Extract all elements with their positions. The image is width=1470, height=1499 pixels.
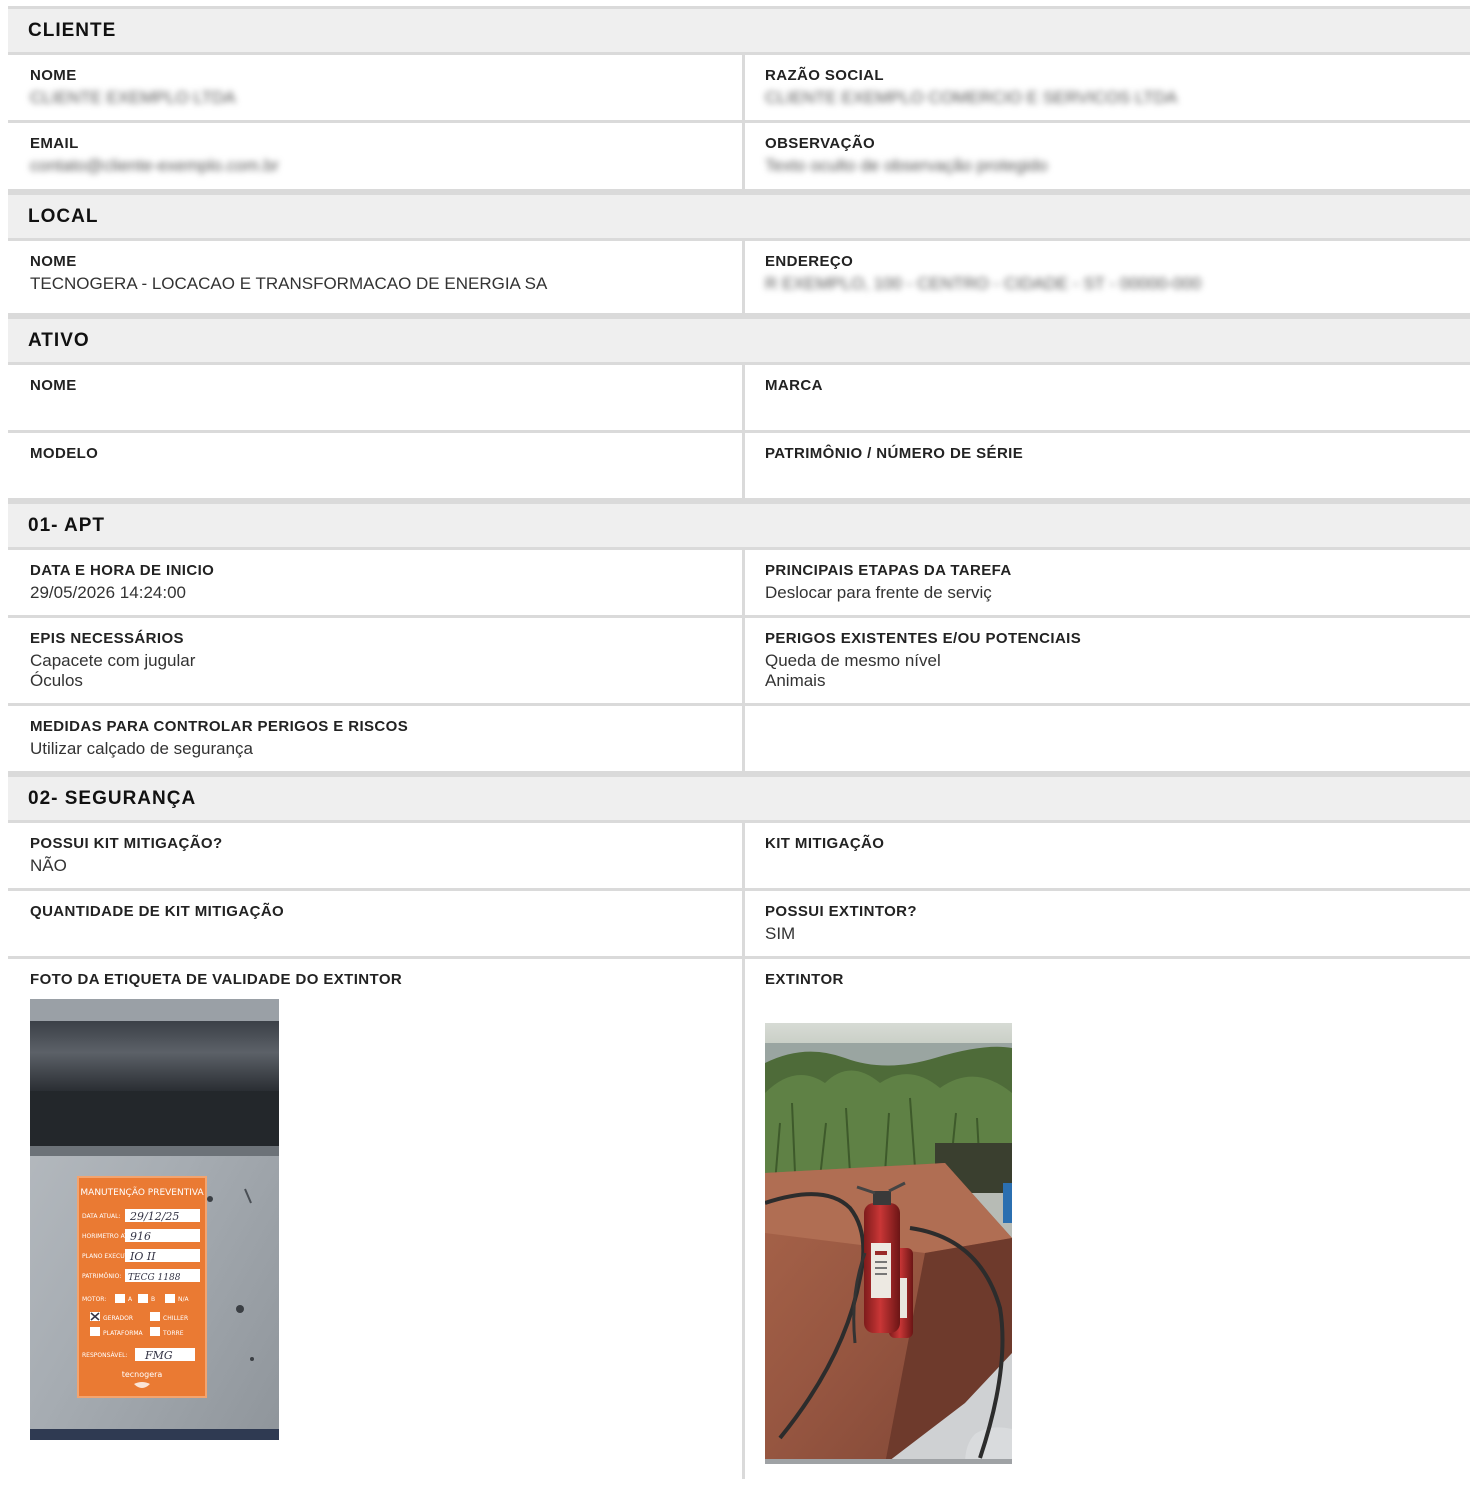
local-endereco-cell: ENDEREÇO R EXEMPLO, 100 - CENTRO - CIDAD… [745,241,1470,313]
tag-motor-label: MOTOR: [82,1296,106,1303]
cliente-obs-label: OBSERVAÇÃO [765,135,876,152]
ativo-modelo-cell: MODELO [8,433,745,498]
seg-qtd-kit-label: QUANTIDADE DE KIT MITIGAÇÃO [30,903,285,920]
report: CLIENTE NOME CLIENTE EXEMPLO LTDA RAZÃO … [8,6,1470,1479]
cliente-email-value: contato@cliente-exemplo.com.br [30,156,279,175]
apt-etapas-value: Deslocar para frente de serviç [765,583,992,602]
section-apt-header: 01- APT [8,501,1470,550]
ativo-marca-cell: MARCA [745,365,1470,430]
seguranca-row-1: POSSUI KIT MITIGAÇÃO? NÃO KIT MITIGAÇÃO [8,823,1470,891]
tag-data-value: 29/12/25 [129,1210,179,1223]
seg-extintor-label: EXTINTOR [765,971,844,988]
apt-row-1: DATA E HORA DE INICIO 29/05/2026 14:24:0… [8,550,1470,618]
apt-epis-label: EPIS NECESSÁRIOS [30,630,184,647]
seg-possui-extintor-cell: POSSUI EXTINTOR? SIM [745,891,1470,956]
tag-header: MANUTENÇÃO PREVENTIVA [80,1187,204,1198]
seg-possui-extintor-value: SIM [765,924,796,943]
apt-inicio-cell: DATA E HORA DE INICIO 29/05/2026 14:24:0… [8,550,745,615]
extinguisher-photo[interactable] [765,1023,1012,1464]
seg-extintor-cell: EXTINTOR [745,959,1470,1479]
seguranca-row-2: QUANTIDADE DE KIT MITIGAÇÃO POSSUI EXTIN… [8,891,1470,959]
tag-opt-gerador: GERADOR [103,1315,133,1322]
cliente-email-cell: EMAIL contato@cliente-exemplo.com.br [8,123,745,189]
ativo-nome-label: NOME [30,377,77,394]
seg-foto-etiqueta-label: FOTO DA ETIQUETA DE VALIDADE DO EXTINTOR [30,971,403,988]
local-endereco-value: R EXEMPLO, 100 - CENTRO - CIDADE - ST - … [765,274,1202,293]
tag-patrimonio-value: TECG 1188 [128,1273,181,1283]
apt-epis-value: Capacete com jugular Óculos [30,651,196,690]
cliente-nome-value: CLIENTE EXEMPLO LTDA [30,88,236,107]
seg-possui-extintor-label: POSSUI EXTINTOR? [765,903,917,920]
seg-possui-kit-label: POSSUI KIT MITIGAÇÃO? [30,835,223,852]
apt-medidas-value: Utilizar calçado de segurança [30,739,254,758]
cliente-nome-label: NOME [30,67,77,84]
apt-epis-cell: EPIS NECESSÁRIOS Capacete com jugular Óc… [8,618,745,703]
tag-brand: tecnogera [122,1370,163,1379]
apt-etapas-cell: PRINCIPAIS ETAPAS DA TAREFA Deslocar par… [745,550,1470,615]
tag-patrimonio-label: PATRIMÔNIO: [82,1273,121,1280]
seg-possui-kit-cell: POSSUI KIT MITIGAÇÃO? NÃO [8,823,745,888]
local-nome-label: NOME [30,253,77,270]
section-seguranca-header: 02- SEGURANÇA [8,774,1470,823]
apt-perigos-cell: PERIGOS EXISTENTES E/OU POTENCIAIS Queda… [745,618,1470,703]
local-endereco-label: ENDEREÇO [765,253,854,270]
cliente-nome-cell: NOME CLIENTE EXEMPLO LTDA [8,55,745,120]
tag-opt-na: N/A [178,1296,190,1303]
seg-kit-label: KIT MITIGAÇÃO [765,835,885,852]
apt-medidas-label: MEDIDAS PARA CONTROLAR PERIGOS E RISCOS [30,718,409,735]
apt-medidas-cell: MEDIDAS PARA CONTROLAR PERIGOS E RISCOS … [8,706,745,771]
ativo-nome-cell: NOME [8,365,745,430]
ativo-patrimonio-cell: PATRIMÔNIO / NÚMERO DE SÉRIE [745,433,1470,498]
tag-data-label: DATA ATUAL: [82,1213,121,1220]
section-cliente-header: CLIENTE [8,6,1470,55]
ativo-marca-label: MARCA [765,377,823,394]
cliente-obs-cell: OBSERVAÇÃO Texto oculto de observação pr… [745,123,1470,189]
ativo-row-2: MODELO PATRIMÔNIO / NÚMERO DE SÉRIE [8,433,1470,501]
apt-perigos-label: PERIGOS EXISTENTES E/OU POTENCIAIS [765,630,1082,647]
ativo-row-1: NOME MARCA [8,365,1470,433]
extinguisher-tag-photo[interactable]: MANUTENÇÃO PREVENTIVA DATA ATUAL: 29/12/… [30,999,279,1440]
apt-row-3: MEDIDAS PARA CONTROLAR PERIGOS E RISCOS … [8,706,1470,774]
tag-opt-torre: TORRE [162,1330,184,1337]
apt-row-2: EPIS NECESSÁRIOS Capacete com jugular Óc… [8,618,1470,706]
cliente-razao-cell: RAZÃO SOCIAL CLIENTE EXEMPLO COMERCIO E … [745,55,1470,120]
apt-empty-cell [745,706,1470,771]
local-nome-cell: NOME TECNOGERA - LOCACAO E TRANSFORMACAO… [8,241,745,313]
tag-opt-plataforma: PLATAFORMA [103,1330,144,1337]
tag-horimetro-value: 916 [130,1230,151,1243]
seguranca-row-3: FOTO DA ETIQUETA DE VALIDADE DO EXTINTOR [8,959,1470,1479]
section-ativo-header: ATIVO [8,316,1470,365]
local-row-1: NOME TECNOGERA - LOCACAO E TRANSFORMACAO… [8,241,1470,316]
apt-inicio-label: DATA E HORA DE INICIO [30,562,215,579]
seg-foto-etiqueta-cell: FOTO DA ETIQUETA DE VALIDADE DO EXTINTOR [8,959,745,1479]
tag-responsavel-value: FMG [144,1349,173,1362]
ativo-modelo-label: MODELO [30,445,99,462]
tag-opt-chiller: CHILLER [163,1315,188,1322]
seg-possui-kit-value: NÃO [30,856,67,875]
local-nome-value: TECNOGERA - LOCACAO E TRANSFORMACAO DE E… [30,274,548,293]
tag-responsavel-label: RESPONSÁVEL: [82,1352,128,1359]
section-local-header: LOCAL [8,192,1470,241]
cliente-razao-value: CLIENTE EXEMPLO COMERCIO E SERVICOS LTDA [765,88,1178,107]
apt-inicio-value: 29/05/2026 14:24:00 [30,583,186,602]
ativo-patrimonio-label: PATRIMÔNIO / NÚMERO DE SÉRIE [765,445,1024,462]
tag-opt-b: B [151,1296,155,1303]
cliente-email-label: EMAIL [30,135,79,152]
apt-perigos-value: Queda de mesmo nível Animais [765,651,941,690]
seg-kit-cell: KIT MITIGAÇÃO [745,823,1470,888]
cliente-row-1: NOME CLIENTE EXEMPLO LTDA RAZÃO SOCIAL C… [8,55,1470,123]
tag-plano-value: IO II [129,1250,156,1263]
seg-qtd-kit-cell: QUANTIDADE DE KIT MITIGAÇÃO [8,891,745,956]
cliente-row-2: EMAIL contato@cliente-exemplo.com.br OBS… [8,123,1470,192]
cliente-razao-label: RAZÃO SOCIAL [765,67,884,84]
apt-etapas-label: PRINCIPAIS ETAPAS DA TAREFA [765,562,1012,579]
cliente-obs-value: Texto oculto de observação protegido [765,156,1048,175]
